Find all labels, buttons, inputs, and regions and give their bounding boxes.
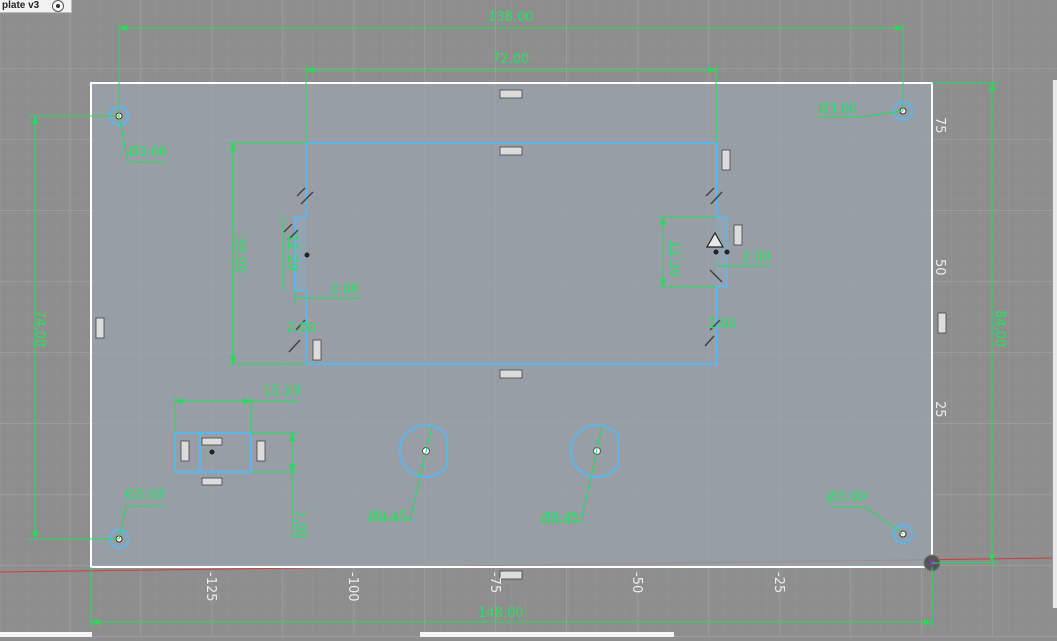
dim-hole-bottom-right[interactable]: Ø3.00 <box>827 490 866 505</box>
dim-left-notch[interactable]: 12.20 <box>284 234 299 271</box>
ruler-label-neg25: -25 <box>771 572 786 593</box>
dim-small-left[interactable]: 2.00 <box>287 321 316 336</box>
constraint-vertical-icon[interactable] <box>733 224 743 246</box>
dim-overall-width[interactable]: 138.00 <box>488 10 534 25</box>
constraint-horizontal-icon[interactable] <box>499 89 523 99</box>
plate-outline[interactable] <box>90 82 933 568</box>
dim-notch-depth-left[interactable]: 2.00 <box>330 282 359 297</box>
ruler-label-neg125: -125 <box>203 572 218 602</box>
dim-slot-width[interactable]: 72.00 <box>492 52 529 67</box>
constraint-horizontal-icon[interactable] <box>499 146 523 156</box>
sketch-canvas[interactable]: 138.00 72.00 148.00 74.00 84.00 39.00 12… <box>0 0 1057 637</box>
ruler-label-neg100: -100 <box>345 572 360 602</box>
constraint-horizontal-icon[interactable] <box>201 477 223 486</box>
dim-circle-right[interactable]: Ø9.45 <box>540 511 579 526</box>
constraint-vertical-icon[interactable] <box>256 440 266 462</box>
dim-right-height[interactable]: 84.00 <box>992 310 1007 347</box>
dim-connector-offset[interactable]: 7.00 <box>292 510 307 539</box>
dim-small-right[interactable]: 2.00 <box>708 317 737 332</box>
dim-connector-width[interactable]: 13.20 <box>263 384 300 399</box>
constraint-vertical-icon[interactable] <box>937 312 947 334</box>
target-icon[interactable] <box>52 0 64 12</box>
constraint-vertical-icon[interactable] <box>312 339 322 361</box>
sketch-point[interactable] <box>304 252 310 258</box>
constraint-horizontal-icon[interactable] <box>499 570 523 580</box>
dim-right-notch[interactable]: 12.20 <box>666 240 681 277</box>
constraint-vertical-icon[interactable] <box>95 317 105 339</box>
ruler-label-neg50: -50 <box>629 572 644 593</box>
bottom-panel <box>420 632 674 637</box>
dim-notch-depth-right[interactable]: 2.00 <box>742 250 771 265</box>
ruler-label-50: 50 <box>932 259 947 276</box>
ruler-label-75: 75 <box>932 117 947 134</box>
constraint-horizontal-icon[interactable] <box>499 369 523 379</box>
right-panel-edge[interactable] <box>1052 80 1057 608</box>
ruler-label-neg75: -75 <box>487 572 502 593</box>
dim-slot-height[interactable]: 39.00 <box>232 236 247 273</box>
dim-hole-top-right[interactable]: Ø3.00 <box>818 102 857 117</box>
dim-left-height[interactable]: 74.00 <box>32 310 47 347</box>
dim-total-width[interactable]: 148.00 <box>478 606 524 621</box>
dim-hole-bottom-left[interactable]: Ø3.00 <box>125 488 164 503</box>
design-viewport[interactable]: 138.00 72.00 148.00 74.00 84.00 39.00 12… <box>0 0 1057 637</box>
constraint-vertical-icon[interactable] <box>180 440 190 462</box>
constraint-vertical-icon[interactable] <box>721 149 731 171</box>
ruler-label-25: 25 <box>932 401 947 418</box>
bottom-panel-left <box>0 632 92 637</box>
document-tab-label: plate v3 <box>2 0 40 11</box>
connector-center-point[interactable] <box>209 449 215 455</box>
dim-circle-left[interactable]: Ø9.45 <box>368 510 407 525</box>
constraint-horizontal-icon[interactable] <box>201 437 223 446</box>
dim-hole-top-left[interactable]: Ø3.00 <box>128 145 167 160</box>
